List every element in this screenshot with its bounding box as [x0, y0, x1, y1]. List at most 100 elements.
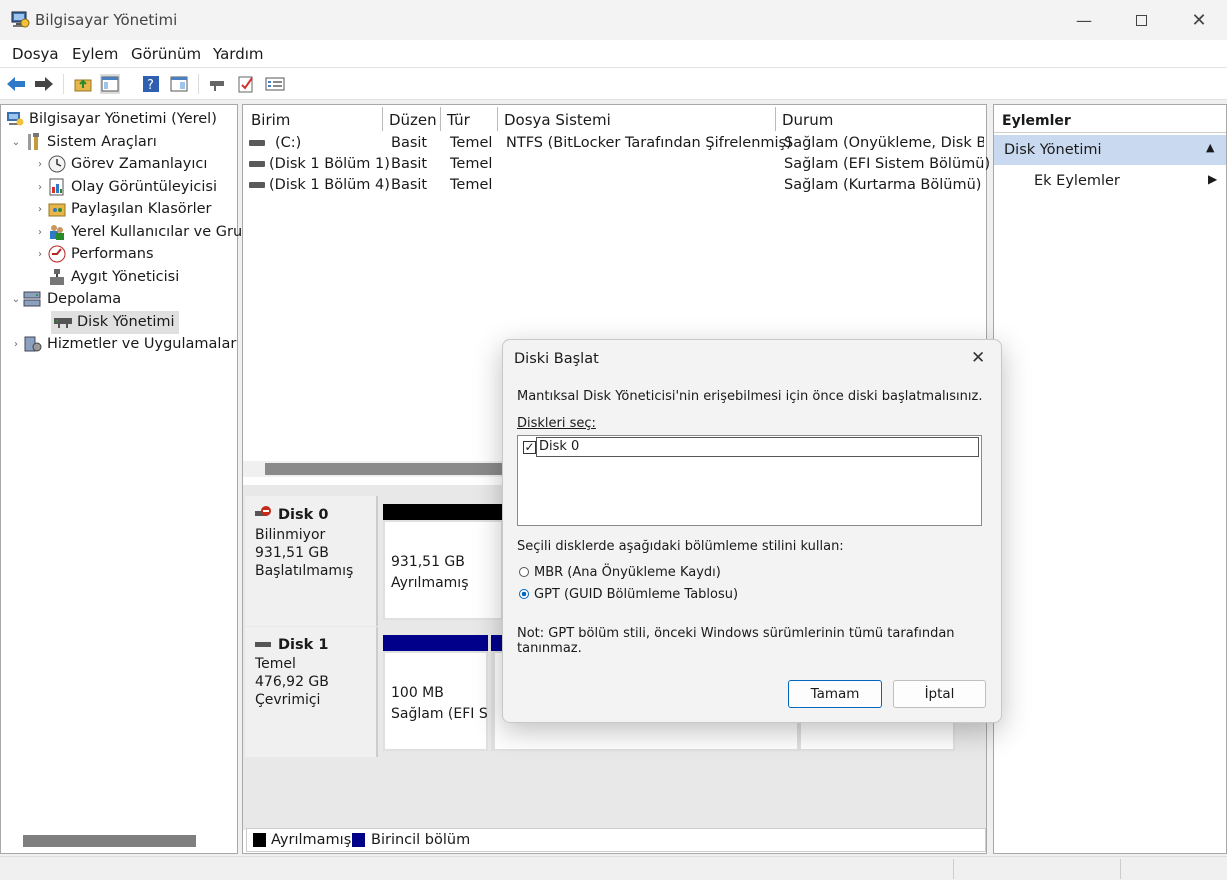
action-more-actions[interactable]: Ek Eylemler [1034, 173, 1120, 189]
computer-management-icon [10, 9, 30, 29]
services-icon [23, 335, 43, 353]
cancel-button[interactable]: İptal [893, 680, 986, 708]
actions-header: Eylemler [994, 107, 1226, 133]
tree-item-storage[interactable]: ⌄ Depolama [9, 288, 121, 311]
column-header-dosya-sistemi[interactable]: Dosya Sistemi [498, 107, 776, 131]
table-row[interactable]: (Disk 1 Bölüm 1) [249, 156, 390, 177]
disk-list-item[interactable]: Disk 0 [539, 439, 579, 454]
connect-button[interactable] [207, 74, 227, 94]
menu-gorunum[interactable]: Görünüm [131, 45, 201, 63]
table-cell: Sağlam (EFI Sistem Bölümü) [784, 156, 991, 172]
table-row[interactable]: (Disk 1 Bölüm 4) [249, 177, 390, 198]
disk-1-info[interactable]: Disk 1 Temel 476,92 GB Çevrimiçi [245, 627, 378, 757]
disk-0-status: Başlatılmamış [255, 563, 354, 579]
menu-bar: Dosya Eylem Görünüm Yardım [0, 40, 1227, 68]
dialog-close-button[interactable]: ✕ [971, 348, 985, 368]
gpt-option[interactable]: GPT (GUID Bölümleme Tablosu) [519, 587, 738, 602]
tree-item-device-manager[interactable]: Aygıt Yöneticisi [33, 266, 179, 289]
minimize-button[interactable]: — [1055, 0, 1113, 40]
tree-item-local-users[interactable]: › Yerel Kullanıcılar ve Grup [33, 221, 251, 244]
gpt-radio[interactable] [519, 589, 529, 599]
volume-icon [249, 182, 265, 188]
column-header-birim[interactable]: Birim [245, 107, 383, 131]
tree-item-disk-management[interactable]: Disk Yönetimi [51, 311, 179, 334]
column-header-durum[interactable]: Durum [776, 107, 986, 131]
menu-yardim[interactable]: Yardım [213, 45, 264, 63]
tree-label-services: Hizmetler ve Uygulamalar [47, 336, 237, 353]
unallocated-swatch [253, 833, 266, 847]
disk-0-info[interactable]: Disk 0 Bilinmiyor 931,51 GB Başlatılmamı… [245, 496, 378, 626]
help-button[interactable]: ? [141, 74, 161, 94]
toolbar-separator [198, 74, 199, 94]
ok-button[interactable]: Tamam [788, 680, 882, 708]
tree-item-performance[interactable]: › Performans [33, 243, 154, 266]
disk-management-icon [53, 313, 73, 331]
properties-button[interactable] [265, 74, 285, 94]
chevron-right-icon[interactable]: › [33, 227, 47, 238]
chevron-down-icon[interactable]: ⌄ [9, 137, 23, 148]
table-cell: NTFS (BitLocker Tarafından Şifrelenmiş) [506, 135, 792, 151]
table-horizontal-scrollbar[interactable] [265, 463, 505, 475]
svg-text:?: ? [147, 78, 154, 93]
back-button[interactable] [6, 74, 26, 94]
maximize-button[interactable] [1112, 0, 1170, 40]
up-folder-button[interactable] [73, 74, 93, 94]
table-cell: Temel [450, 135, 493, 151]
tree-item-system-tools[interactable]: ⌄ Sistem Araçları [9, 131, 157, 154]
tree-label-root: Bilgisayar Yönetimi (Yerel) [29, 111, 217, 128]
back-arrow-icon [7, 77, 25, 91]
disk-1-partition-1[interactable]: 100 MB Sağlam (EFI S [383, 651, 488, 751]
tree-item-root[interactable]: Bilgisayar Yönetimi (Yerel) [5, 108, 217, 131]
title-bar: Bilgisayar Yönetimi — ✕ [0, 0, 1227, 40]
gpt-note: Not: GPT bölüm stili, önceki Windows sür… [517, 626, 955, 656]
mbr-radio[interactable] [519, 567, 529, 577]
properties-icon [265, 77, 285, 91]
table-cell: Basit [391, 156, 428, 172]
disk-0-checkbox[interactable]: ✓ [523, 441, 536, 454]
console-tree-pane: Bilgisayar Yönetimi (Yerel) ⌄ Sistem Ara… [0, 104, 251, 854]
chevron-right-icon[interactable]: › [33, 182, 47, 193]
menu-dosya[interactable]: Dosya [12, 45, 59, 63]
chevron-right-icon[interactable]: › [9, 339, 23, 350]
collapse-up-icon[interactable]: ▲ [1206, 141, 1214, 154]
forward-button[interactable] [34, 74, 54, 94]
disk-0-type: Bilinmiyor [255, 527, 326, 543]
mbr-option[interactable]: MBR (Ana Önyükleme Kaydı) [519, 565, 721, 580]
tree-label-event-viewer: Olay Görüntüleyicisi [71, 179, 217, 196]
table-cell: Basit [391, 135, 428, 151]
submenu-right-icon[interactable]: ▶ [1208, 172, 1217, 186]
tree-item-event-viewer[interactable]: › Olay Görüntüleyicisi [33, 176, 217, 199]
close-icon: ✕ [1191, 9, 1207, 31]
volume-icon [249, 161, 265, 167]
select-disks-label: Diskleri seç: [517, 416, 596, 431]
table-row[interactable]: (C:) [249, 135, 301, 156]
action-pane-icon [170, 76, 188, 92]
legend-primary: Birincil bölüm [371, 832, 471, 848]
show-action-pane-button[interactable] [169, 74, 189, 94]
tree-item-shared-folders[interactable]: › Paylaşılan Klasörler [33, 198, 212, 221]
chevron-right-icon[interactable]: › [33, 249, 47, 260]
tree-horizontal-scrollbar[interactable] [23, 835, 196, 847]
tools-icon [23, 133, 43, 151]
chevron-right-icon[interactable]: › [33, 204, 47, 215]
unallocated-bar [383, 504, 503, 520]
check-button[interactable] [236, 74, 256, 94]
show-hide-tree-button[interactable] [100, 74, 120, 94]
table-cell: Sağlam (Kurtarma Bölümü) [784, 177, 982, 193]
tree-item-services[interactable]: › Hizmetler ve Uygulamalar [9, 333, 236, 356]
column-header-duzen[interactable]: Düzen [383, 107, 441, 131]
legend: Ayrılmamış Birincil bölüm [246, 828, 986, 852]
clock-icon [47, 155, 67, 173]
tree-item-task-scheduler[interactable]: › Görev Zamanlayıcı [33, 153, 207, 176]
disk-0-partition[interactable]: 931,51 GB Ayrılmamış [383, 520, 503, 620]
actions-section-disk-management[interactable]: Disk Yönetimi ▲ [994, 135, 1226, 165]
chevron-down-icon[interactable]: ⌄ [9, 294, 23, 305]
column-header-tur[interactable]: Tür [441, 107, 498, 131]
tree-label-system-tools: Sistem Araçları [47, 134, 157, 151]
chevron-right-icon[interactable]: › [33, 159, 47, 170]
folder-up-icon [74, 79, 92, 92]
minimize-icon: — [1076, 10, 1092, 30]
menu-eylem[interactable]: Eylem [72, 45, 118, 63]
close-window-button[interactable]: ✕ [1170, 0, 1227, 40]
disk-list[interactable]: ✓ Disk 0 [517, 435, 982, 526]
